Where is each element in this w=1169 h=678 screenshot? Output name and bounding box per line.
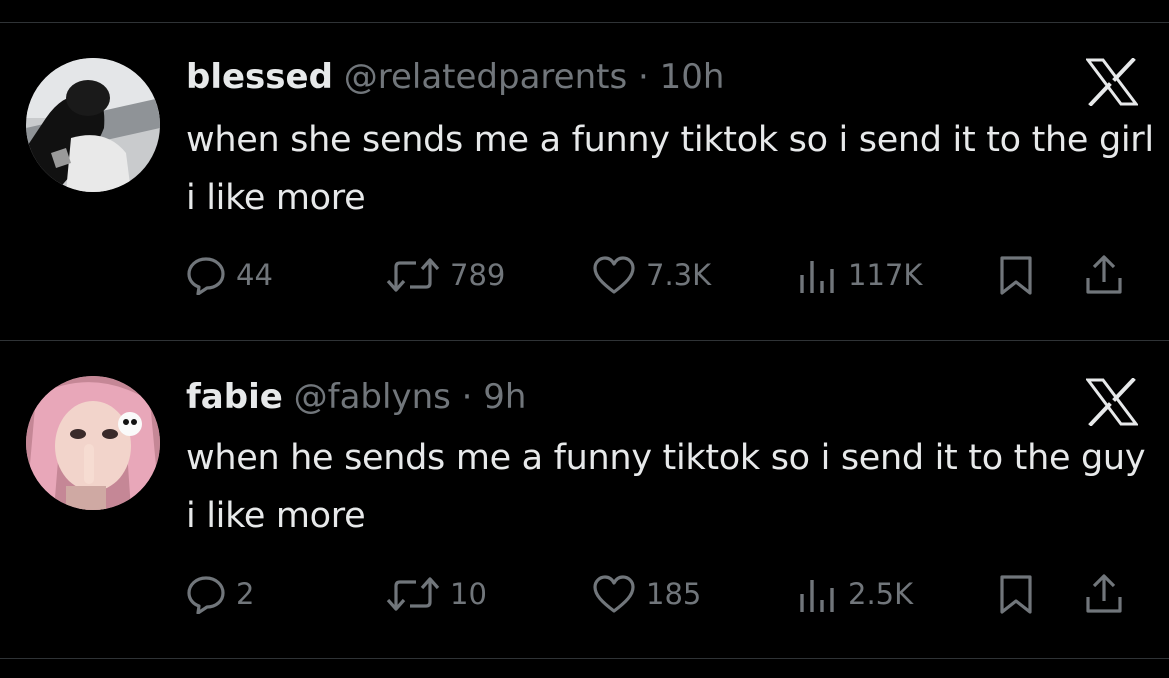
views-chart-icon	[800, 261, 834, 293]
heart-icon	[593, 575, 635, 613]
x-logo-icon	[1085, 57, 1139, 107]
action-bar: 2 10 185 2.5K	[186, 571, 1146, 617]
view-count: 2.5K	[848, 577, 914, 611]
tweet-header: fabie @fablyns · 9h	[186, 377, 526, 417]
share-button[interactable]	[1084, 571, 1124, 617]
display-name[interactable]: blessed	[186, 57, 333, 97]
user-handle[interactable]: @fablyns	[294, 377, 451, 417]
user-handle[interactable]: @relatedparents	[344, 57, 627, 97]
like-button[interactable]: 7.3K	[592, 252, 711, 298]
reply-count: 44	[236, 258, 273, 292]
tweet[interactable]: blessed @relatedparents · 10h when she s…	[0, 0, 1169, 340]
like-button[interactable]: 185	[592, 571, 701, 617]
bottom-divider	[0, 658, 1169, 659]
like-count: 185	[646, 577, 702, 611]
tweet-text: when he sends me a funny tiktok so i sen…	[186, 438, 1146, 536]
avatar[interactable]	[26, 58, 160, 192]
separator-dot: ·	[637, 57, 649, 97]
like-count: 7.3K	[646, 258, 712, 292]
display-name[interactable]: fabie	[186, 377, 283, 417]
repost-icon	[386, 577, 440, 611]
repost-button[interactable]: 789	[386, 252, 505, 298]
bookmark-icon	[1000, 575, 1032, 614]
views-button[interactable]: 117K	[798, 252, 922, 298]
reply-button[interactable]: 44	[186, 252, 273, 298]
tweet[interactable]: fabie @fablyns · 9h when he sends me a f…	[0, 340, 1169, 658]
x-logo-icon	[1085, 377, 1139, 427]
repost-button[interactable]: 10	[386, 571, 487, 617]
repost-count: 789	[450, 258, 506, 292]
share-button[interactable]	[1084, 252, 1124, 298]
repost-count: 10	[450, 577, 487, 611]
reply-icon	[187, 576, 225, 614]
share-icon	[1086, 574, 1122, 613]
timestamp[interactable]: 9h	[483, 377, 526, 417]
reply-icon	[187, 257, 225, 295]
tweet-header: blessed @relatedparents · 10h	[186, 57, 724, 97]
separator-dot: ·	[461, 377, 473, 417]
avatar[interactable]	[26, 376, 160, 510]
tweet-text: when she sends me a funny tiktok so i se…	[186, 120, 1154, 218]
repost-icon	[386, 258, 440, 292]
timestamp[interactable]: 10h	[660, 57, 725, 97]
bookmark-button[interactable]	[998, 252, 1034, 298]
action-bar: 44 789 7.3K 117K	[186, 252, 1146, 298]
share-icon	[1086, 255, 1122, 294]
views-button[interactable]: 2.5K	[798, 571, 913, 617]
bookmark-icon	[1000, 256, 1032, 295]
reply-button[interactable]: 2	[186, 571, 254, 617]
views-chart-icon	[800, 580, 834, 612]
reply-count: 2	[236, 577, 255, 611]
view-count: 117K	[848, 258, 923, 292]
heart-icon	[593, 256, 635, 294]
bookmark-button[interactable]	[998, 571, 1034, 617]
